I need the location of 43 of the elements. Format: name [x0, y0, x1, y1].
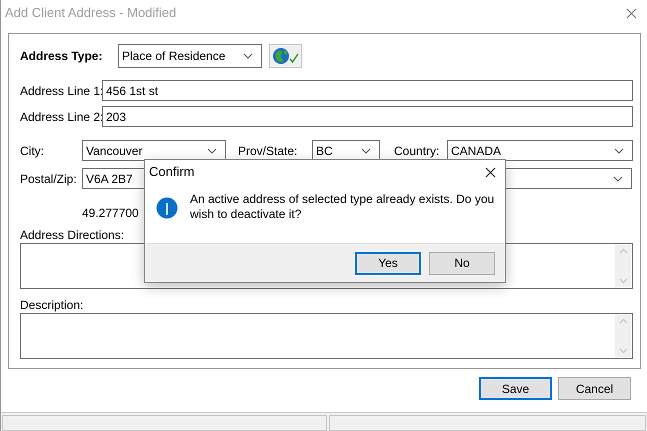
- globe-check-button[interactable]: [269, 44, 302, 68]
- field-label: Prov/State:: [238, 142, 298, 160]
- dropdown[interactable]: BC: [312, 140, 380, 161]
- dropdown-value: Vancouver: [86, 142, 142, 160]
- dropdown[interactable]: Place of Residence: [118, 44, 262, 68]
- scrollbar[interactable]: [615, 315, 631, 357]
- scrollbar[interactable]: [615, 245, 631, 287]
- chevron-down-icon: [614, 148, 624, 154]
- dialog-title: Confirm: [149, 163, 195, 182]
- dialog-button[interactable]: Yes: [355, 252, 421, 274]
- chevron-down-icon: [243, 53, 253, 59]
- info-icon: [156, 197, 178, 219]
- dialog-button[interactable]: Cancel: [558, 377, 631, 400]
- field-label: City:: [20, 142, 45, 160]
- dropdown-value: BC: [316, 142, 333, 160]
- scroll-down-icon[interactable]: [618, 278, 628, 284]
- window-title: Add Client Address - Modified: [5, 4, 176, 22]
- dialog-message: An active address of selected type already exists. Do you wish to deactivate it?: [190, 192, 496, 222]
- dialog-button[interactable]: Save: [479, 377, 552, 400]
- chevron-down-icon: [207, 148, 217, 154]
- chevron-down-icon: [361, 148, 371, 154]
- field-label: Country:: [394, 142, 440, 160]
- chevron-down-icon: [613, 176, 623, 182]
- dropdown[interactable]: Vancouver: [82, 140, 226, 161]
- coordinate-text: 49.277700: [82, 206, 139, 220]
- close-icon[interactable]: [485, 166, 496, 178]
- globe-check-icon: [272, 47, 300, 65]
- field-label: Address Type:: [20, 48, 104, 65]
- dropdown-value: Place of Residence: [122, 48, 226, 65]
- field-label: Address Line 1:: [20, 82, 102, 100]
- field-label: Description:: [20, 298, 84, 312]
- input-field[interactable]: 456 1st st: [102, 80, 633, 101]
- scroll-up-icon[interactable]: [618, 318, 628, 324]
- text-area[interactable]: [20, 313, 633, 359]
- input-field[interactable]: 203: [102, 106, 633, 127]
- field-label: Address Line 2:: [20, 108, 102, 126]
- dropdown[interactable]: CANADA: [447, 140, 633, 161]
- field-label: Address Directions:: [20, 228, 124, 242]
- field-label: Postal/Zip:: [20, 170, 78, 188]
- scroll-down-icon[interactable]: [618, 348, 628, 354]
- scroll-up-icon[interactable]: [618, 248, 628, 254]
- dialog-button[interactable]: No: [429, 252, 495, 274]
- dropdown-value: CANADA: [451, 142, 502, 160]
